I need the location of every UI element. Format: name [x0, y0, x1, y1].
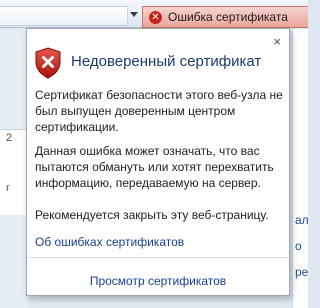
certificate-error-popup: × Недоверенный сертификат Сертификат без… [26, 28, 290, 296]
chevron-down-icon[interactable] [130, 12, 138, 17]
background-text-fragment: r [6, 182, 10, 194]
popup-paragraph: Рекомендуется закрыть эту веб-страницу. [35, 208, 269, 222]
certificate-error-label: Ошибка сертификата [168, 10, 288, 24]
popup-paragraph: Сертификат безопасности этого веб-узла н… [35, 88, 283, 134]
background-page-right: ал о ре [292, 29, 309, 308]
error-x-icon: ✕ [149, 10, 162, 24]
background-page-left: 2 r [0, 29, 28, 308]
popup-paragraph: Данная ошибка может означать, что вас пы… [35, 144, 274, 190]
popup-title: Недоверенный сертификат [71, 53, 262, 70]
address-bar-edge[interactable] [0, 6, 128, 26]
shield-error-icon [35, 47, 61, 79]
about-certificate-errors-link[interactable]: Об ошибках сертификатов [35, 235, 184, 249]
close-icon[interactable]: × [273, 35, 281, 48]
browser-toolbar: ✕ Ошибка сертификата [0, 0, 308, 28]
background-text-fragment: о [295, 239, 302, 253]
background-text-fragment: ал [295, 213, 309, 227]
background-page-strip: 2 r [0, 129, 28, 215]
divider [27, 257, 289, 258]
certificate-error-button[interactable]: ✕ Ошибка сертификата [142, 6, 308, 28]
view-certificates-link[interactable]: Просмотр сертификатов [27, 274, 289, 288]
background-text-fragment: 2 [6, 132, 13, 144]
background-text-fragment: ре [295, 265, 309, 279]
